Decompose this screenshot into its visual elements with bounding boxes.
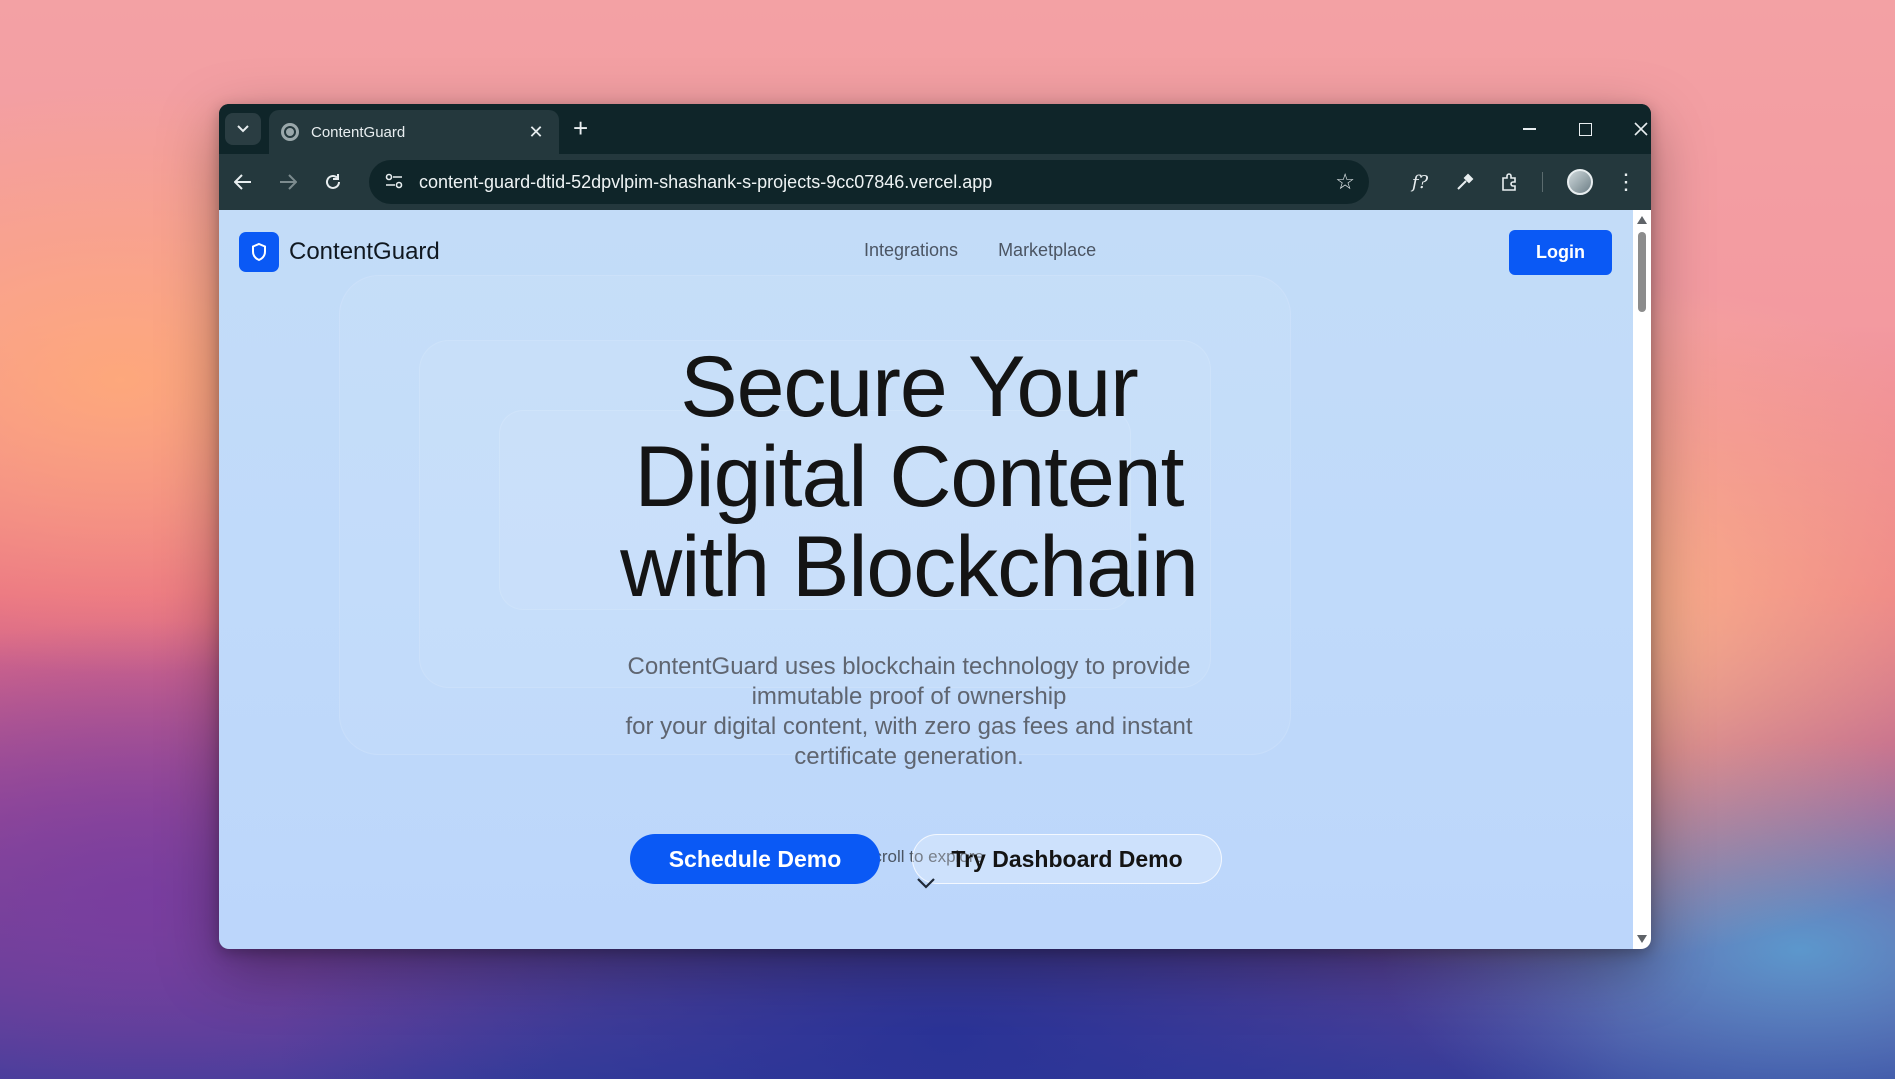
- nav-links: Integrations Marketplace: [864, 240, 1096, 261]
- site-header: ContentGuard Integrations Marketplace Lo…: [219, 210, 1633, 290]
- url-text: content-guard-dtid-52dpvlpim-shashank-s-…: [419, 171, 993, 192]
- schedule-demo-button[interactable]: Schedule Demo: [630, 834, 880, 884]
- scroll-up-icon[interactable]: [1637, 216, 1647, 224]
- arrow-right-icon: [280, 174, 297, 190]
- forward-button[interactable]: [272, 166, 304, 198]
- toolbar-divider: [1542, 172, 1543, 192]
- tab-title: ContentGuard: [311, 123, 406, 141]
- reload-button[interactable]: [317, 166, 349, 198]
- eyedropper-icon[interactable]: [1449, 166, 1481, 198]
- tune-icon[interactable]: [383, 173, 405, 192]
- globe-icon: [281, 123, 299, 141]
- maximize-button[interactable]: [1557, 104, 1613, 154]
- page-viewport: ContentGuard Integrations Marketplace Lo…: [219, 210, 1633, 949]
- tab-search-button[interactable]: [225, 113, 261, 145]
- address-bar[interactable]: content-guard-dtid-52dpvlpim-shashank-s-…: [369, 160, 1369, 204]
- scrollbar-thumb[interactable]: [1638, 232, 1646, 312]
- function-icon[interactable]: f?: [1404, 166, 1436, 198]
- hero-subtitle-line: immutable proof of ownership: [751, 683, 1067, 710]
- tab-contentguard[interactable]: ContentGuard ✕: [269, 110, 559, 154]
- star-icon[interactable]: ☆: [1335, 169, 1355, 195]
- reload-icon: [326, 174, 340, 189]
- nav-integrations[interactable]: Integrations: [864, 240, 958, 261]
- close-window-button[interactable]: [1613, 104, 1651, 154]
- nav-marketplace[interactable]: Marketplace: [998, 240, 1096, 261]
- hero-subtitle-line: certificate generation.: [794, 743, 1024, 770]
- hero-title: Secure Your Digital Content with Blockch…: [519, 342, 1299, 612]
- hero-subtitle-line: for your digital content, with zero gas …: [625, 713, 1193, 740]
- plus-icon[interactable]: +: [573, 114, 588, 142]
- minimize-icon: [1522, 128, 1536, 130]
- hero-subtitle: ContentGuard uses blockchain technology …: [589, 652, 1229, 772]
- chevron-down-icon: [237, 125, 249, 133]
- hero-title-line: Secure Your: [680, 339, 1139, 435]
- try-dashboard-demo-button[interactable]: Try Dashboard Demo: [912, 834, 1222, 884]
- close-icon[interactable]: ✕: [525, 122, 547, 143]
- close-icon: [1634, 122, 1648, 136]
- hero-subtitle-line: ContentGuard uses blockchain technology …: [627, 653, 1191, 680]
- maximize-icon: [1578, 122, 1592, 136]
- arrow-left-icon: [234, 174, 251, 190]
- kebab-menu-icon[interactable]: ⋮: [1610, 166, 1642, 198]
- chevron-down-icon[interactable]: [917, 876, 935, 894]
- brand[interactable]: ContentGuard: [239, 232, 440, 272]
- shield-icon: [239, 232, 279, 272]
- puzzle-icon[interactable]: [1494, 166, 1526, 198]
- avatar[interactable]: [1567, 169, 1593, 195]
- scroll-down-icon[interactable]: [1637, 935, 1647, 943]
- login-button[interactable]: Login: [1509, 230, 1612, 275]
- minimize-button[interactable]: [1501, 104, 1557, 154]
- hero-title-line: with Blockchain: [620, 519, 1199, 615]
- hero-title-line: Digital Content: [634, 429, 1184, 525]
- back-button[interactable]: [227, 166, 259, 198]
- browser-toolbar: content-guard-dtid-52dpvlpim-shashank-s-…: [219, 154, 1651, 210]
- browser-window: ContentGuard ✕ + content-guard-dtid-52dp…: [219, 104, 1651, 949]
- tab-strip: ContentGuard ✕ +: [219, 104, 1651, 154]
- brand-name: ContentGuard: [289, 238, 440, 265]
- page-scrollbar[interactable]: [1633, 210, 1651, 949]
